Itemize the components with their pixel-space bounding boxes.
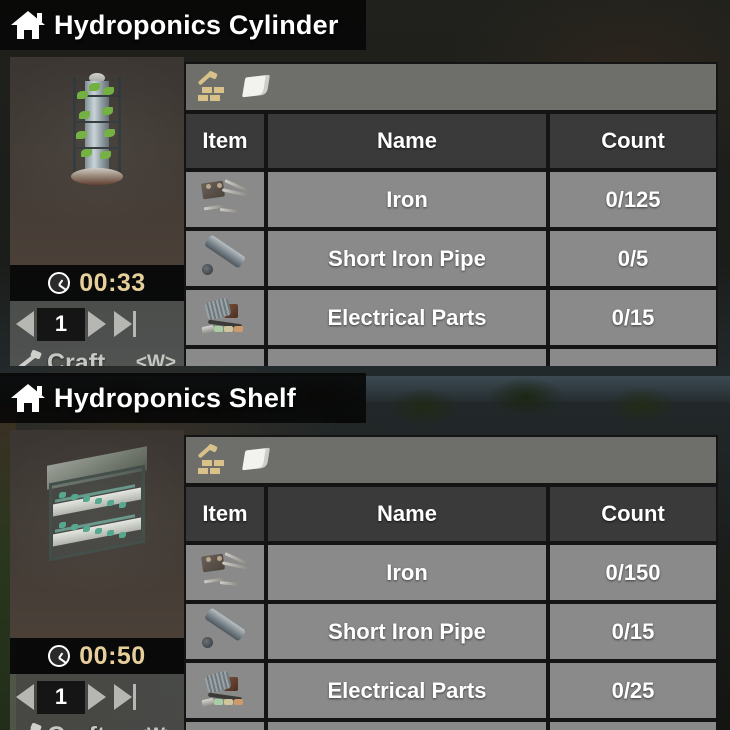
table-row-empty xyxy=(184,720,718,730)
table-row-empty xyxy=(184,347,718,366)
arrow-right-max-icon[interactable] xyxy=(114,311,136,337)
hammer-icon xyxy=(16,722,42,730)
column-header-count: Count xyxy=(548,112,718,170)
page-title: Hydroponics Shelf xyxy=(54,382,296,413)
quantity-stepper: 1 xyxy=(10,678,184,716)
ingredient-name: Short Iron Pipe xyxy=(266,602,548,661)
arrow-left-icon[interactable] xyxy=(16,684,34,710)
ingredients-table-wrap: Item Name Count xyxy=(184,435,718,730)
short-iron-pipe-icon xyxy=(184,602,266,661)
ingredients-table-wrap: Item Name Count xyxy=(184,62,718,366)
ingredient-count: 0/15 xyxy=(548,288,718,347)
column-header-name: Name xyxy=(266,485,548,543)
short-iron-pipe-icon xyxy=(184,229,266,288)
craft-time-bar: 00:50 xyxy=(10,638,184,674)
clock-icon xyxy=(48,645,71,667)
craft-time-bar: 00:33 xyxy=(10,265,184,301)
ingredients-table: Item Name Count xyxy=(184,112,718,366)
column-header-name: Name xyxy=(266,112,548,170)
clock-icon xyxy=(48,272,71,294)
iron-icon xyxy=(184,170,266,229)
page-title: Hydroponics Cylinder xyxy=(54,9,339,40)
quantity-value[interactable]: 1 xyxy=(37,680,85,714)
ingredient-count: 0/150 xyxy=(548,543,718,602)
ingredient-name: Iron xyxy=(266,543,548,602)
empty-item-cell xyxy=(184,347,266,366)
table-header-row: Item Name Count xyxy=(184,485,718,543)
craft-controls: 1 Craft <W> xyxy=(10,301,184,366)
iron-icon xyxy=(184,543,266,602)
craft-button[interactable]: Craft <W> xyxy=(10,716,184,730)
hammer-bricks-icon[interactable] xyxy=(197,443,229,475)
book-icon[interactable] xyxy=(242,447,272,473)
arrow-left-icon[interactable] xyxy=(16,311,34,337)
empty-name-cell xyxy=(266,720,548,730)
quantity-stepper: 1 xyxy=(10,305,184,343)
craft-button[interactable]: Craft <W> xyxy=(10,343,184,366)
quantity-value[interactable]: 1 xyxy=(37,307,85,341)
empty-name-cell xyxy=(266,347,548,366)
empty-item-cell xyxy=(184,720,266,730)
panel-tab-bar xyxy=(184,435,718,485)
craft-time-value: 00:33 xyxy=(79,268,146,297)
craft-hotkey: <W> xyxy=(136,725,176,730)
electrical-parts-icon xyxy=(184,661,266,720)
table-row: Electrical Parts 0/25 xyxy=(184,661,718,720)
empty-count-cell xyxy=(548,720,718,730)
ingredients-table: Item Name Count xyxy=(184,485,718,730)
hydroponics-cylinder-preview xyxy=(10,57,184,265)
craft-controls: 1 Craft <W> xyxy=(10,674,184,730)
ingredient-name: Iron xyxy=(266,170,548,229)
arrow-right-icon[interactable] xyxy=(88,684,106,710)
table-row: Short Iron Pipe 0/15 xyxy=(184,602,718,661)
table-row: Iron 0/125 xyxy=(184,170,718,229)
table-row: Electrical Parts 0/15 xyxy=(184,288,718,347)
craft-label: Craft xyxy=(47,722,105,730)
column-header-count: Count xyxy=(548,485,718,543)
ingredient-count: 0/15 xyxy=(548,602,718,661)
empty-count-cell xyxy=(548,347,718,366)
hammer-icon xyxy=(16,349,42,366)
ingredient-name: Electrical Parts xyxy=(266,288,548,347)
ingredient-count: 0/125 xyxy=(548,170,718,229)
electrical-parts-icon xyxy=(184,288,266,347)
ingredient-count: 0/25 xyxy=(548,661,718,720)
craft-time-value: 00:50 xyxy=(79,641,146,670)
hydroponics-shelf-preview xyxy=(10,430,184,638)
ingredient-name: Electrical Parts xyxy=(266,661,548,720)
home-icon xyxy=(11,383,45,413)
recipe-left-column: 00:33 1 Craft <W> xyxy=(10,57,184,366)
craft-hotkey: <W> xyxy=(135,352,176,366)
recipe-left-column: 00:50 1 Craft <W> xyxy=(10,430,184,730)
home-icon xyxy=(11,10,45,40)
table-row: Short Iron Pipe 0/5 xyxy=(184,229,718,288)
ingredient-count: 0/5 xyxy=(548,229,718,288)
craft-label: Craft xyxy=(47,348,106,367)
panel-tab-bar xyxy=(184,62,718,112)
arrow-right-icon[interactable] xyxy=(88,311,106,337)
hammer-bricks-icon[interactable] xyxy=(197,70,229,102)
panel-title-bar: Hydroponics Shelf xyxy=(0,373,366,423)
column-header-item: Item xyxy=(184,485,266,543)
table-row: Iron 0/150 xyxy=(184,543,718,602)
panel-title-bar: Hydroponics Cylinder xyxy=(0,0,366,50)
recipe-panel-hydroponics-shelf: Hydroponics Shelf 00:50 1 Item Name Coun… xyxy=(0,373,730,730)
recipe-panel-hydroponics-cylinder: Hydroponics Cylinder 00:33 1 Craft <W> I… xyxy=(0,0,730,366)
table-header-row: Item Name Count xyxy=(184,112,718,170)
ingredient-name: Short Iron Pipe xyxy=(266,229,548,288)
book-icon[interactable] xyxy=(242,74,272,100)
arrow-right-max-icon[interactable] xyxy=(114,684,136,710)
column-header-item: Item xyxy=(184,112,266,170)
